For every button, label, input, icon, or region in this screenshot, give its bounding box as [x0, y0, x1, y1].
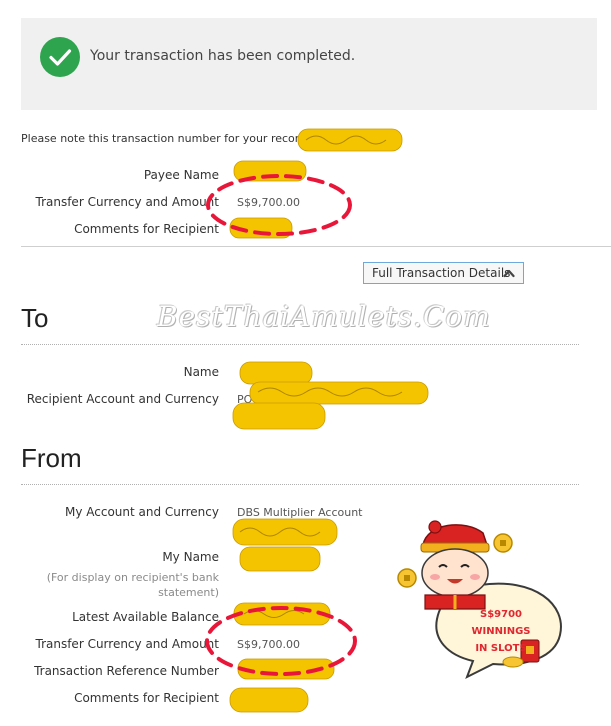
sticker-caption-line2: IN SLOTS	[475, 643, 527, 654]
redaction-recipient-name	[239, 361, 313, 385]
redaction-transaction-number	[297, 128, 403, 152]
redaction-recipient-account-2	[232, 402, 326, 430]
sticker-caption: S$9700 WINNINGS IN SLOTS	[454, 606, 548, 657]
redaction-my-name	[239, 546, 321, 572]
sticker-caption-line1: S$9700 WINNINGS	[471, 609, 531, 637]
redaction-from-comments	[229, 687, 309, 713]
redaction-recipient-account-1	[249, 381, 429, 405]
redaction-my-account	[232, 518, 338, 546]
